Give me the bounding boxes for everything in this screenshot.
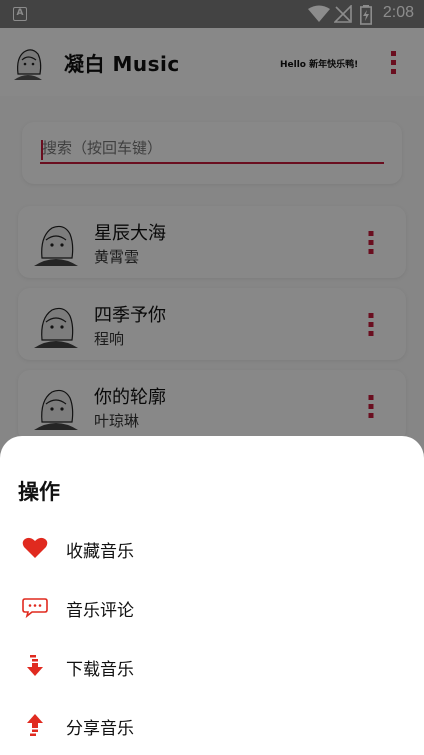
action-download[interactable]: 下载音乐	[0, 638, 424, 694]
heart-icon	[22, 537, 48, 558]
comment-icon	[22, 598, 48, 619]
action-label: 下载音乐	[66, 660, 134, 680]
action-label: 音乐评论	[66, 601, 134, 621]
download-icon	[27, 655, 43, 676]
action-comment[interactable]: 音乐评论	[0, 579, 424, 635]
action-label: 收藏音乐	[66, 542, 134, 562]
actions-bottom-sheet: 操作 收藏音乐 音乐评论 下载音乐 分享音乐	[0, 436, 424, 755]
action-favorite[interactable]: 收藏音乐	[0, 520, 424, 576]
share-icon	[27, 714, 43, 736]
action-label: 分享音乐	[66, 719, 134, 739]
sheet-title: 操作	[18, 480, 60, 504]
action-share[interactable]: 分享音乐	[0, 697, 424, 753]
